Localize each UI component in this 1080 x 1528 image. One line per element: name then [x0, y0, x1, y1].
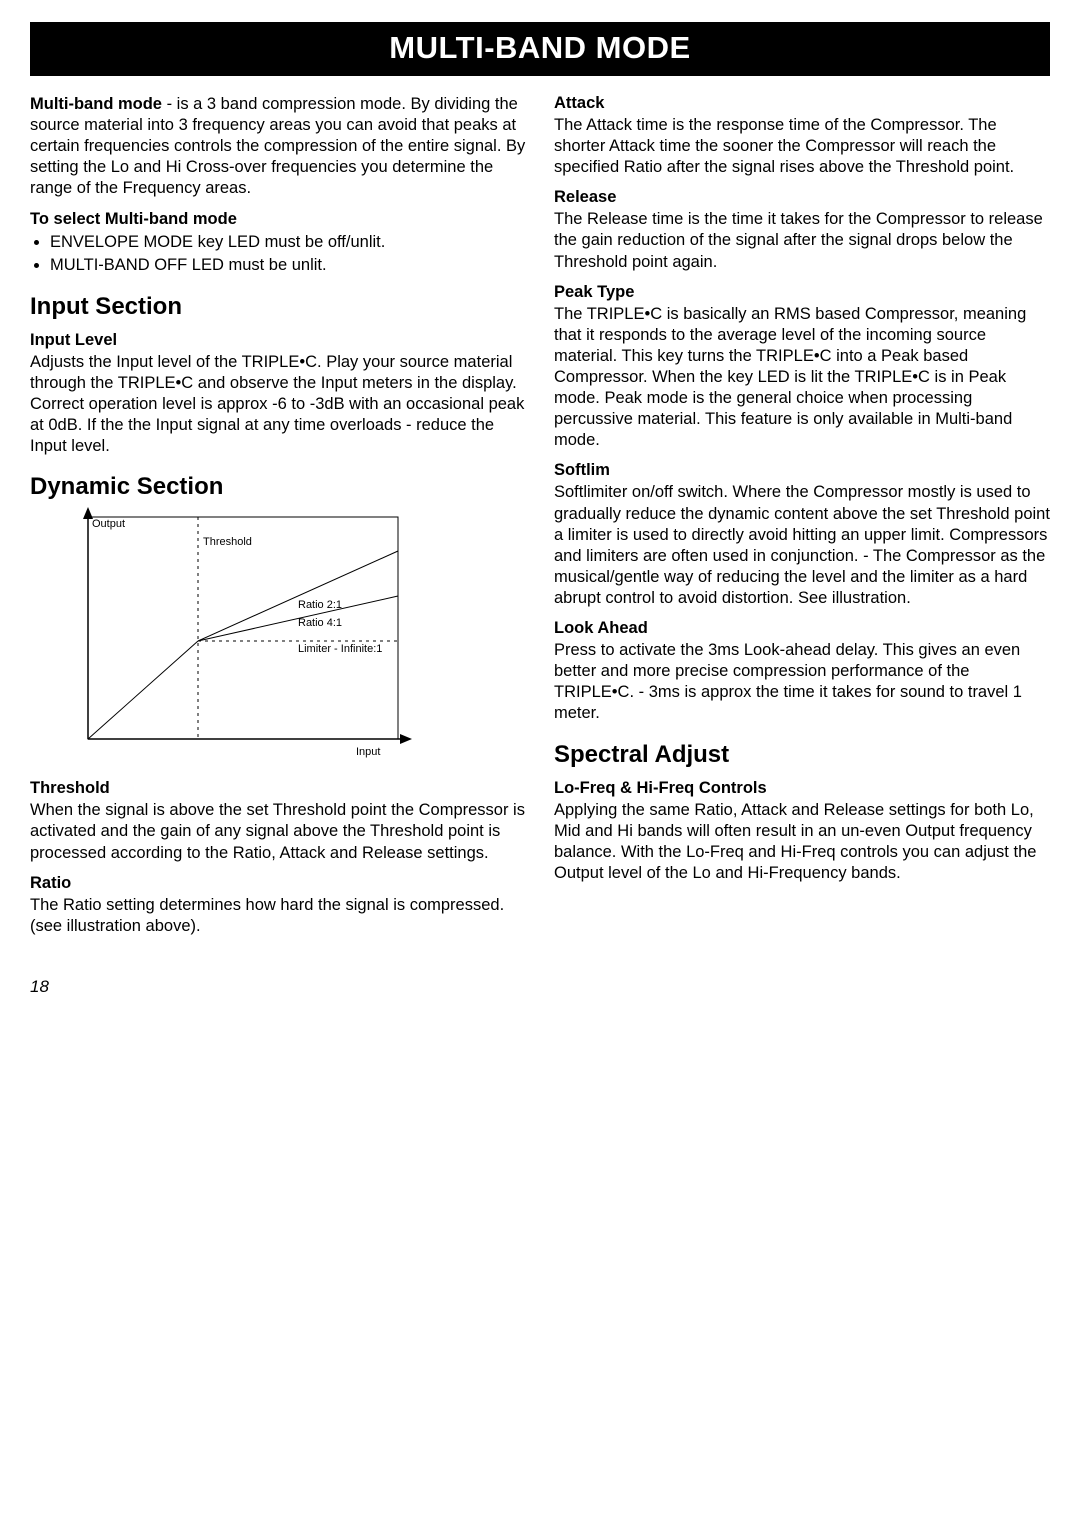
threshold-heading: Threshold: [30, 779, 526, 798]
list-item: ENVELOPE MODE key LED must be off/unlit.: [50, 231, 526, 254]
diagram-limiter-label: Limiter - Infinite:1: [298, 643, 382, 655]
release-paragraph: The Release time is the time it takes fo…: [554, 209, 1050, 272]
diagram-x-label: Input: [356, 746, 380, 758]
compressor-ratio-diagram: Output Input Threshold Ratio 2:1 Ratio 4…: [48, 507, 428, 767]
attack-heading: Attack: [554, 94, 1050, 113]
page-number: 18: [30, 977, 526, 997]
right-column: Attack The Attack time is the response t…: [554, 94, 1050, 997]
page-title-bar: MULTI-BAND MODE: [30, 22, 1050, 76]
ratio-paragraph: The Ratio setting determines how hard th…: [30, 895, 526, 937]
select-multiband-list: ENVELOPE MODE key LED must be off/unlit.…: [30, 231, 526, 277]
release-heading: Release: [554, 188, 1050, 207]
softlim-paragraph: Softlimiter on/off switch. Where the Com…: [554, 482, 1050, 609]
look-ahead-heading: Look Ahead: [554, 619, 1050, 638]
intro-bold: Multi-band mode: [30, 95, 162, 113]
input-level-heading: Input Level: [30, 331, 526, 350]
attack-paragraph: The Attack time is the response time of …: [554, 115, 1050, 178]
peak-type-paragraph: The TRIPLE•C is basically an RMS based C…: [554, 304, 1050, 452]
input-level-paragraph: Adjusts the Input level of the TRIPLE•C.…: [30, 352, 526, 458]
peak-type-heading: Peak Type: [554, 283, 1050, 302]
diagram-y-label: Output: [92, 518, 125, 530]
ratio-heading: Ratio: [30, 874, 526, 893]
spectral-adjust-heading: Spectral Adjust: [554, 741, 1050, 769]
softlim-heading: Softlim: [554, 461, 1050, 480]
intro-paragraph: Multi-band mode - is a 3 band compressio…: [30, 94, 526, 200]
select-multiband-heading: To select Multi-band mode: [30, 210, 526, 229]
lo-hi-freq-paragraph: Applying the same Ratio, Attack and Rele…: [554, 800, 1050, 884]
diagram-ratio-4-label: Ratio 4:1: [298, 617, 342, 629]
diagram-threshold-label: Threshold: [203, 536, 252, 548]
list-item: MULTI-BAND OFF LED must be unlit.: [50, 254, 526, 277]
threshold-paragraph: When the signal is above the set Thresho…: [30, 800, 526, 863]
dynamic-section-heading: Dynamic Section: [30, 473, 526, 501]
lo-hi-freq-heading: Lo-Freq & Hi-Freq Controls: [554, 779, 1050, 798]
two-column-layout: Multi-band mode - is a 3 band compressio…: [30, 94, 1050, 997]
look-ahead-paragraph: Press to activate the 3ms Look-ahead del…: [554, 640, 1050, 724]
input-section-heading: Input Section: [30, 293, 526, 321]
left-column: Multi-band mode - is a 3 band compressio…: [30, 94, 526, 997]
diagram-ratio-2-label: Ratio 2:1: [298, 599, 342, 611]
